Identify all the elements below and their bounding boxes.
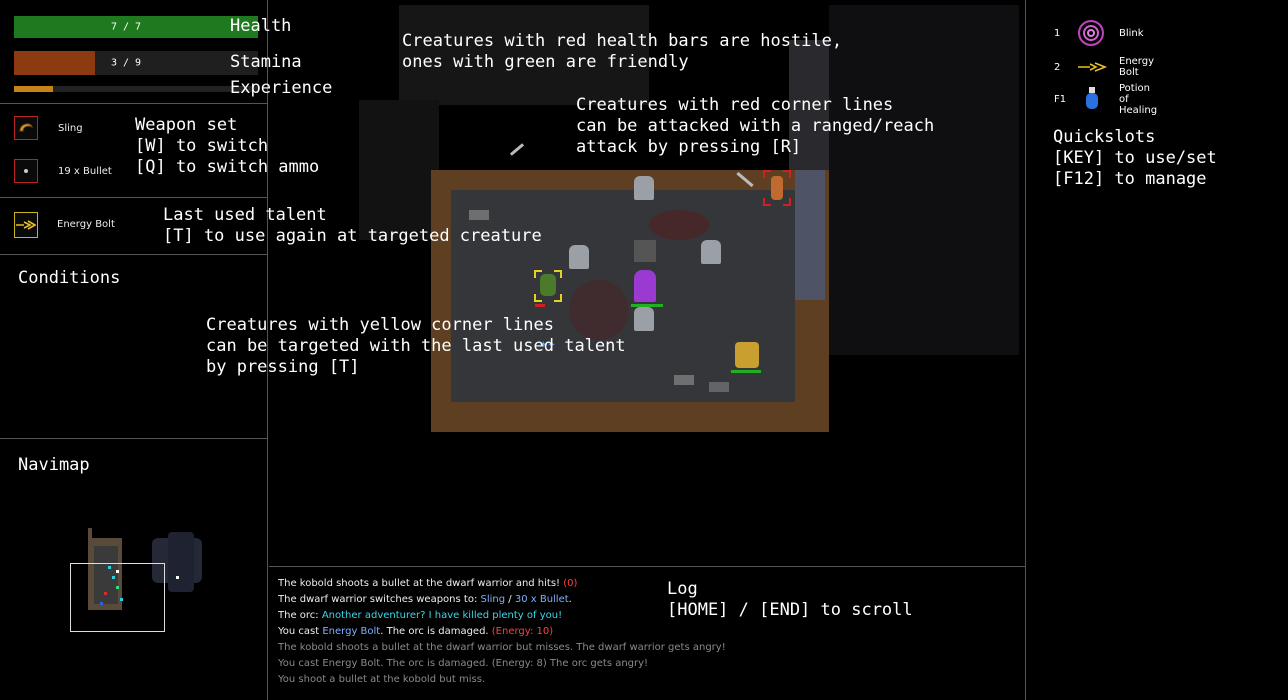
quickslot-name: Blink [1119,27,1144,39]
talent-slot[interactable] [14,212,38,238]
tip-red-corners: Creatures with red corner lines can be a… [576,95,935,157]
log-text: The orc: [278,610,322,621]
log-text: . The orc is damaged. [380,626,492,637]
kobold-creature[interactable] [763,170,791,206]
conditions-title: Conditions [18,268,121,288]
navimap-viewport [70,563,165,632]
log-text: You cast [278,626,323,637]
log-text: / [505,594,515,605]
map-dim-area [829,5,1019,355]
divider [0,254,268,255]
log-line: You shoot a bullet at the kobold but mis… [278,674,486,685]
log-hint: Log [HOME] / [END] to scroll [667,579,913,620]
experience-label: Experience [230,78,333,98]
log-weapon: Sling [480,594,506,605]
log-line: The orc: Another adventurer? I have kill… [278,610,562,621]
stamina-bar: 3 / 9 [14,51,258,75]
experience-bar-fill [14,86,54,92]
weapon-hint: Weapon set [W] to switch [Q] to switch a… [135,115,320,177]
player-character [634,270,656,302]
quickslot-name: Potion of Healing [1119,82,1158,116]
log-talent: Energy Bolt [322,626,381,637]
log-text: The kobold shoots a bullet at the dwarf … [278,578,564,589]
statue-creature [569,245,589,269]
game-map[interactable]: ✦✦ [269,0,1025,565]
health-bar: 7 / 7 [14,16,258,38]
health-value: 7 / 7 [110,21,142,33]
tip-health-bars: Creatures with red health bars are hosti… [402,31,843,72]
log-speech: Another adventurer? I have killed plenty… [321,610,563,621]
blood-splatter [649,210,709,240]
quickslot-key: F1 [1054,93,1067,105]
experience-bar [14,86,258,92]
blink-spiral-icon [1078,20,1104,46]
altar-potions [634,240,656,262]
log-line: The kobold shoots a bullet at the dwarf … [278,642,726,653]
navimap-area [168,532,194,592]
quickslot-key: 1 [1054,27,1061,39]
quickslots-panel: 1 Blink 2 Energy Bolt F1 Potion of Heali… [1025,0,1288,700]
log-line: You cast Energy Bolt. The orc is damaged… [278,658,649,669]
navimap-title: Navimap [18,455,90,475]
divider [0,103,268,104]
sling-icon [19,123,33,132]
navimap-room [88,528,92,540]
stamina-value: 3 / 9 [110,57,142,69]
log-line: The kobold shoots a bullet at the dwarf … [278,578,577,589]
healing-potion-icon [1086,87,1098,109]
skeleton-remains [674,375,694,385]
divider [0,197,268,198]
quickslots-hint: Quickslots [KEY] to use/set [F12] to man… [1053,127,1217,189]
log-text: . [568,594,572,605]
friendly-health-bar [731,370,761,373]
skeleton-remains [709,382,729,392]
quickslot-name: Energy Bolt [1119,56,1155,78]
energy-bolt-icon [1078,62,1108,72]
navimap-marker [176,576,179,579]
log-ammo: 30 x Bullet [514,594,569,605]
statue-creature [701,240,721,264]
friendly-health-bar [631,304,663,307]
log-text: The dwarf warrior switches weapons to: [278,594,481,605]
stamina-label: Stamina [230,52,302,72]
energy-bolt-icon [16,220,36,230]
statue-creature [634,176,654,200]
dwarf-warrior-creature [735,342,759,368]
statue-creature [634,307,654,331]
tip-yellow-corners: Creatures with yellow corner lines can b… [206,315,626,377]
quickslot-key: 2 [1054,61,1061,73]
talent-name: Energy Bolt [57,219,115,230]
message-log[interactable]: The kobold shoots a bullet at the dwarf … [269,566,1025,700]
hostile-health-bar [535,304,545,307]
stone-wall [795,170,825,300]
log-line: You cast Energy Bolt. The orc is damaged… [278,626,553,637]
divider [0,438,268,439]
talent-hint: Last used talent [T] to use again at tar… [163,205,542,246]
ammo-slot[interactable] [14,159,38,183]
health-label: Health [230,16,292,36]
log-line: The dwarf warrior switches weapons to: S… [278,594,572,605]
log-energy: (Energy: 10) [491,626,554,637]
sword-item [509,143,525,156]
orc-creature[interactable] [534,270,562,302]
bullet-icon [24,169,28,173]
weapon-name: Sling [58,123,83,134]
weapon-slot[interactable] [14,116,38,140]
ammo-count: 19 x Bullet [58,166,112,177]
log-damage: (0) [563,578,578,589]
